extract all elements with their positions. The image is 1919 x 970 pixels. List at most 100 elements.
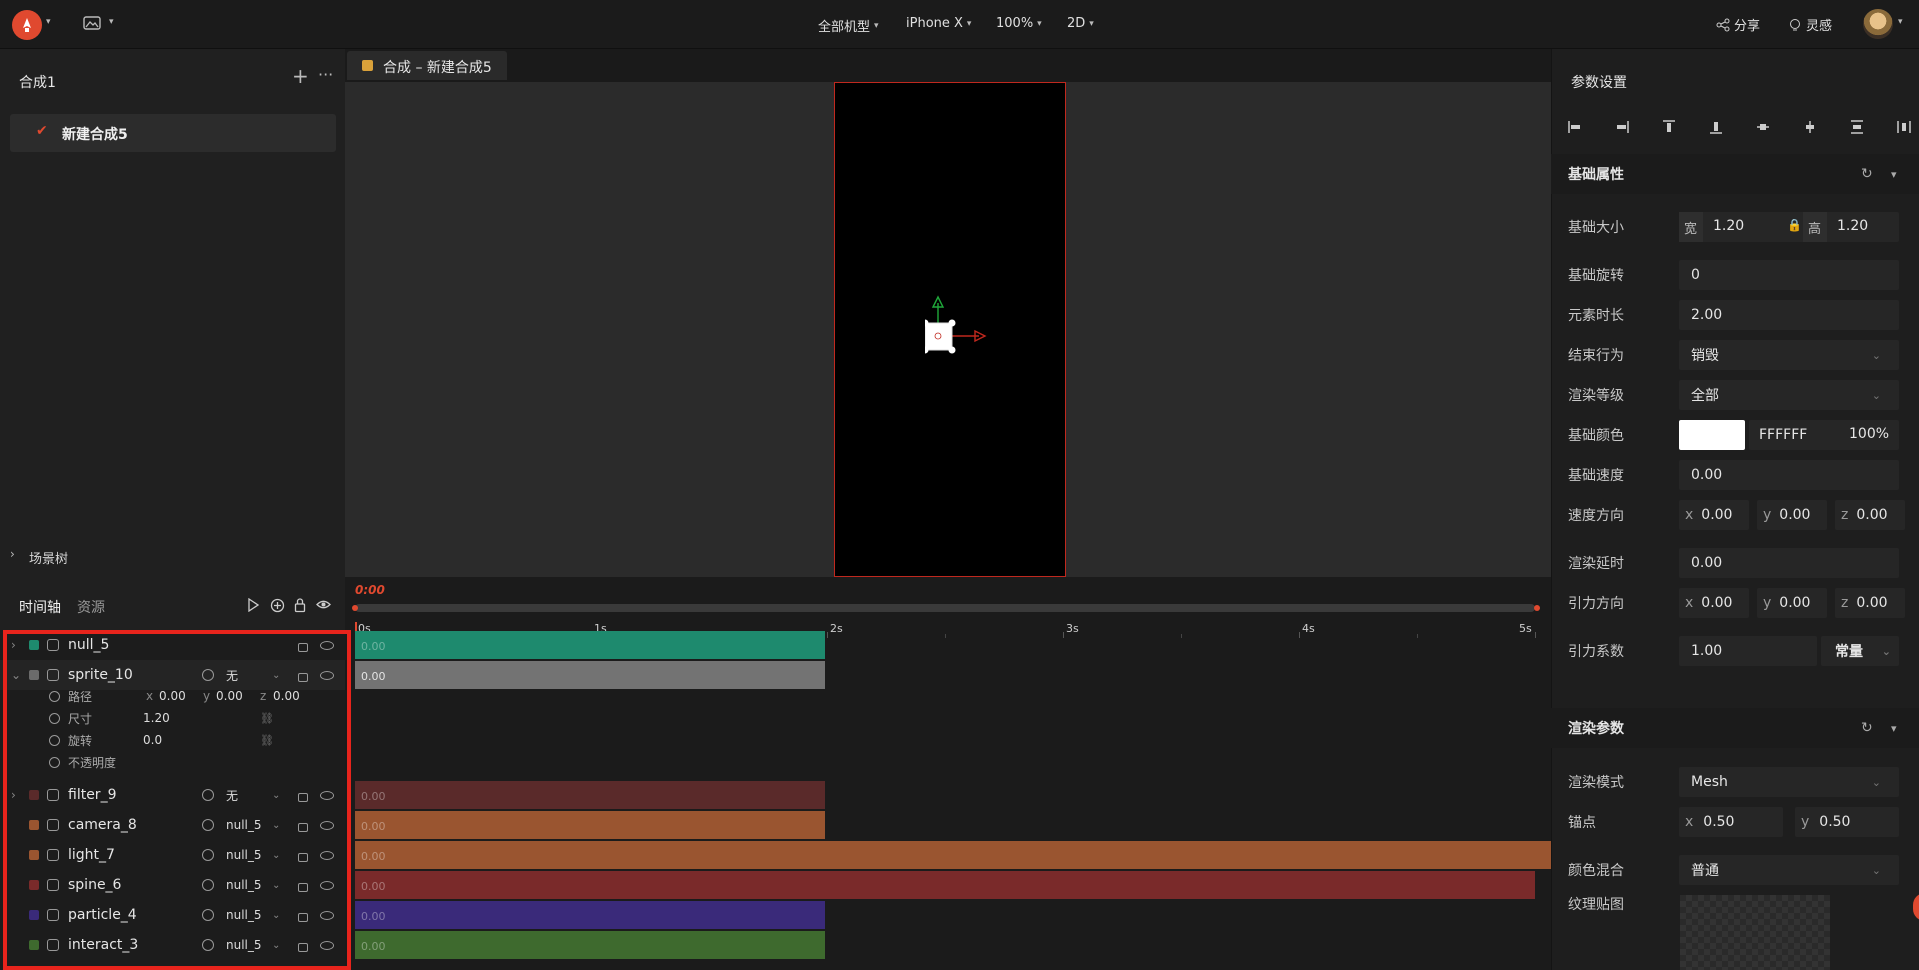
reset-icon[interactable]: ↻ [1861, 720, 1873, 736]
end-behavior-select[interactable]: 销毁 ⌄ [1679, 340, 1899, 370]
width-input[interactable]: 1.20 [1713, 218, 1744, 234]
chevron-down-icon[interactable]: ▾ [1891, 168, 1897, 181]
track-bar[interactable]: 0.00 [355, 841, 1551, 869]
chevron-down-icon[interactable]: ▾ [109, 17, 114, 27]
velocity-z-input[interactable]: z 0.00 [1835, 500, 1905, 530]
blend-select[interactable]: 普通 ⌄ [1679, 855, 1899, 885]
link-icon[interactable]: ⛓ [260, 734, 274, 747]
anchor-x-input[interactable]: x 0.50 [1679, 807, 1783, 837]
chevron-down-icon[interactable]: ⌄ [272, 910, 280, 921]
align-bottom-icon[interactable] [1708, 119, 1724, 135]
gravity-coef-input[interactable]: 1.00 [1679, 636, 1817, 666]
eye-icon[interactable] [316, 599, 331, 610]
eye-icon[interactable] [320, 641, 334, 650]
eye-icon[interactable] [320, 881, 334, 890]
inspire-button[interactable]: 灵感 [1788, 15, 1832, 34]
align-center-v-icon[interactable] [1755, 119, 1771, 135]
expand-icon[interactable]: › [11, 638, 16, 652]
gravity-z-input[interactable]: z 0.00 [1835, 588, 1905, 618]
property-row[interactable]: 旋转 0.0 ⛓ [0, 729, 345, 751]
lock-icon[interactable] [298, 793, 308, 802]
add-icon[interactable]: + [292, 66, 309, 86]
track-bar[interactable]: 0.00 [355, 631, 825, 659]
lock-icon[interactable]: 🔒 [1787, 218, 1802, 232]
stopwatch-icon[interactable] [49, 712, 60, 724]
track-bar[interactable]: 0.00 [355, 661, 825, 689]
color-swatch[interactable] [1679, 420, 1745, 450]
color-alpha-value[interactable]: 100% [1849, 426, 1889, 442]
property-row[interactable]: 尺寸 1.20 ⛓ [0, 707, 345, 729]
lock-icon[interactable] [298, 943, 308, 952]
parent-select[interactable]: null_5 [226, 938, 262, 952]
lock-icon[interactable] [294, 597, 306, 613]
lock-icon[interactable] [298, 913, 308, 922]
align-left-icon[interactable] [1567, 119, 1583, 135]
eye-icon[interactable] [320, 791, 334, 800]
add-circle-icon[interactable] [270, 598, 285, 613]
parent-select[interactable]: 无 [226, 667, 238, 684]
prop-x-value[interactable]: 0.00 [159, 689, 186, 703]
parent-select[interactable]: null_5 [226, 878, 262, 892]
track-bar[interactable]: 0.00 [355, 931, 825, 959]
eye-icon[interactable] [320, 821, 334, 830]
layer-row[interactable]: particle_4 null_5 ⌄ [0, 900, 345, 930]
lock-icon[interactable] [298, 883, 308, 892]
parent-select[interactable]: null_5 [226, 908, 262, 922]
rotation-input[interactable]: 0 [1679, 260, 1899, 290]
track-bar[interactable]: 0.00 [355, 781, 825, 809]
device-dropdown[interactable]: 全部机型 ▾ [818, 16, 879, 35]
color-hex-input[interactable]: FFFFFF 100% [1749, 420, 1899, 450]
gravity-x-input[interactable]: x 0.00 [1679, 588, 1749, 618]
eye-icon[interactable] [320, 911, 334, 920]
align-top-icon[interactable] [1661, 119, 1677, 135]
parent-select[interactable]: null_5 [226, 848, 262, 862]
property-value[interactable]: 0.0 [143, 733, 162, 747]
lock-icon[interactable] [298, 673, 308, 682]
distribute-v-icon[interactable] [1849, 119, 1865, 135]
texture-preview[interactable] [1680, 895, 1830, 970]
eye-icon[interactable] [320, 941, 334, 950]
chevron-down-icon[interactable]: ⌄ [272, 940, 280, 951]
tab-assets[interactable]: 资源 [77, 597, 105, 617]
canvas-area[interactable] [345, 82, 1551, 577]
link-icon[interactable]: ⛓ [260, 712, 274, 725]
chevron-down-icon[interactable]: ▾ [1891, 722, 1897, 735]
stopwatch-icon[interactable] [49, 756, 60, 768]
render-level-select[interactable]: 全部 ⌄ [1679, 380, 1899, 410]
scene-tree-label[interactable]: 场景树 [29, 548, 68, 567]
mode-dropdown[interactable]: 2D ▾ [1067, 16, 1094, 31]
comp-item[interactable]: ✔ 新建合成5 [10, 114, 336, 152]
property-value[interactable]: 1.20 [143, 711, 170, 725]
play-icon[interactable] [247, 598, 259, 612]
more-icon[interactable]: ··· [318, 67, 333, 83]
layer-row[interactable]: light_7 null_5 ⌄ [0, 840, 345, 870]
property-row[interactable]: 路径 x 0.00 y 0.00 z 0.00 [0, 685, 345, 707]
lock-icon[interactable] [298, 823, 308, 832]
layer-row[interactable]: › null_5 [0, 630, 345, 660]
speed-input[interactable]: 0.00 [1679, 460, 1899, 490]
delay-input[interactable]: 0.00 [1679, 548, 1899, 578]
layer-row[interactable]: › filter_9 无 ⌄ [0, 780, 345, 810]
track-bar[interactable]: 0.00 [355, 871, 1535, 899]
velocity-y-input[interactable]: y 0.00 [1757, 500, 1827, 530]
prop-z-value[interactable]: 0.00 [273, 689, 300, 703]
chevron-down-icon[interactable]: ⌄ [272, 850, 280, 861]
render-section-header[interactable]: 渲染参数 ↻ ▾ [1551, 708, 1919, 748]
gravity-coef-mode-select[interactable]: 常量 ⌄ [1821, 636, 1899, 666]
parent-select[interactable]: null_5 [226, 818, 262, 832]
model-dropdown[interactable]: iPhone X ▾ [906, 16, 971, 31]
share-button[interactable]: 分享 [1716, 15, 1760, 34]
height-input[interactable]: 1.20 [1837, 218, 1868, 234]
track-bar[interactable]: 0.00 [355, 901, 825, 929]
stopwatch-icon[interactable] [49, 734, 60, 746]
distribute-h-icon[interactable] [1896, 119, 1912, 135]
image-icon[interactable] [82, 15, 102, 31]
parent-select[interactable]: 无 [226, 787, 238, 804]
chevron-down-icon[interactable]: ▾ [46, 17, 51, 27]
track-bar[interactable]: 0.00 [355, 811, 825, 839]
transform-gizmo[interactable] [925, 263, 1025, 363]
render-mode-select[interactable]: Mesh ⌄ [1679, 767, 1899, 797]
gravity-y-input[interactable]: y 0.00 [1757, 588, 1827, 618]
eye-icon[interactable] [320, 851, 334, 860]
chevron-down-icon[interactable]: ⌄ [272, 880, 280, 891]
